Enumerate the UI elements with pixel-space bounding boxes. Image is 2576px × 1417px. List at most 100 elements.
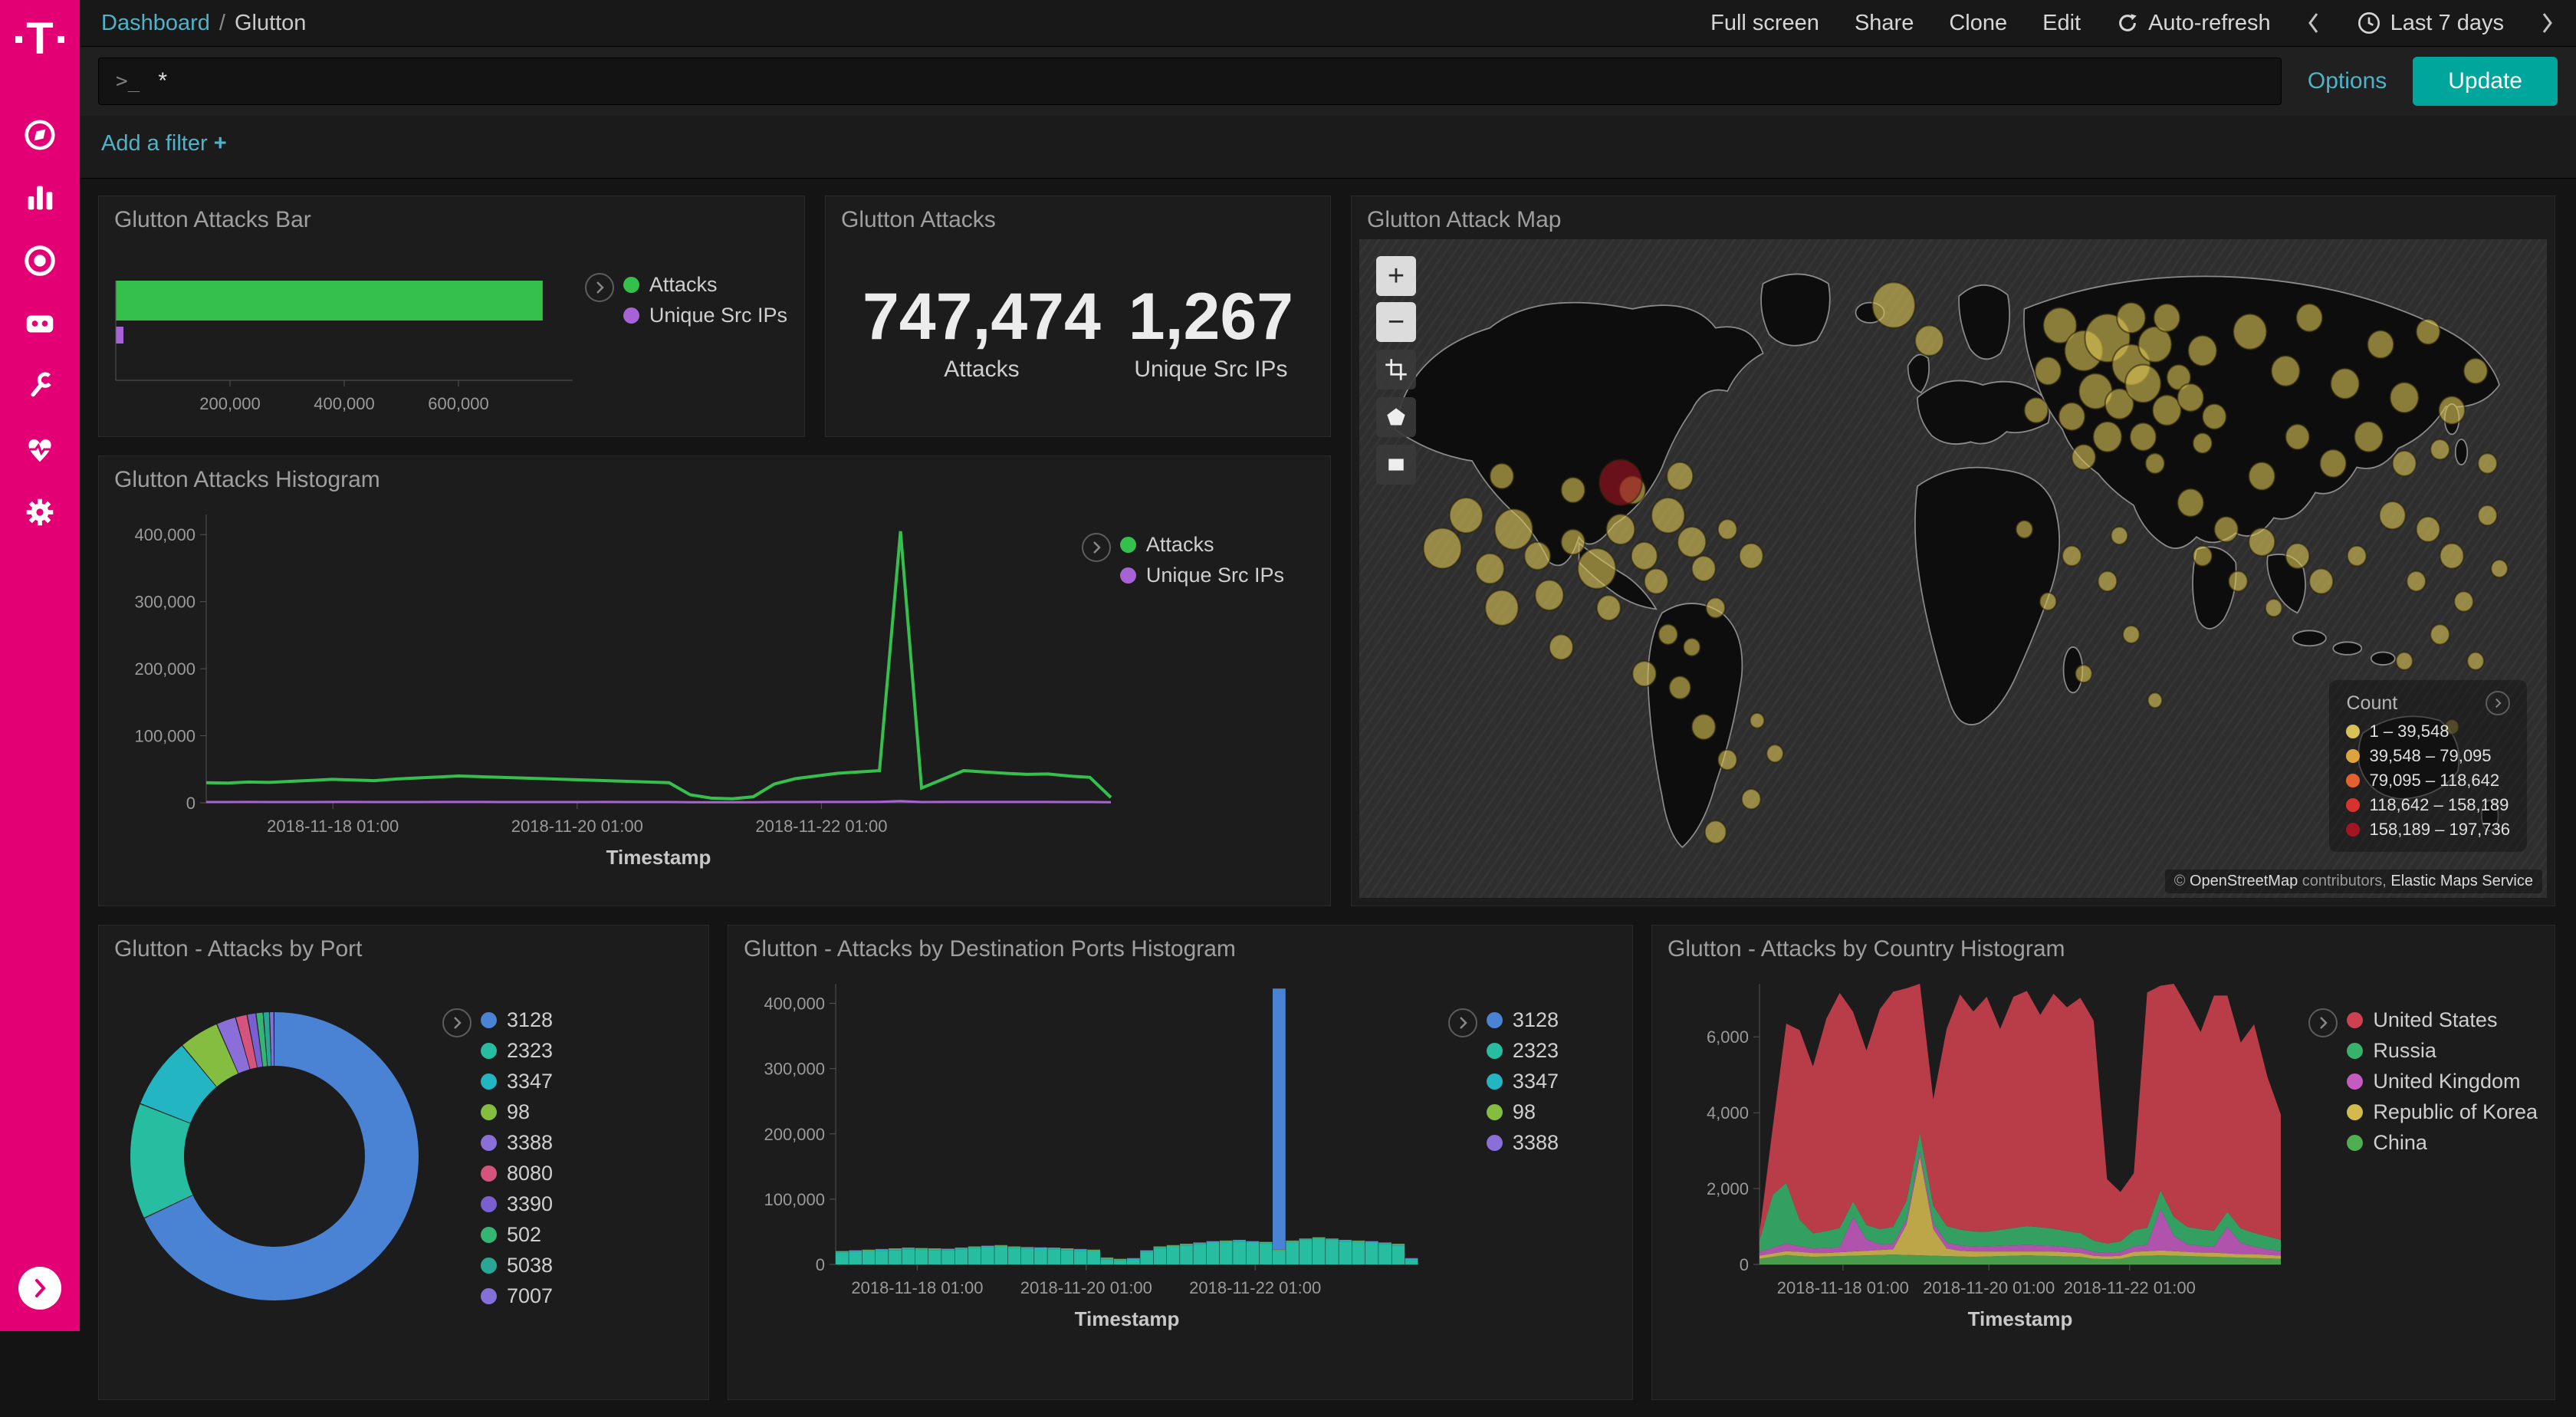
rectangle-tool-button[interactable] [1376, 445, 1416, 485]
legend-item[interactable]: 7007 [481, 1284, 553, 1308]
legend-label: 3390 [507, 1192, 553, 1216]
panel-title: Glutton - Attacks by Country Histogram [1668, 936, 2065, 962]
legend-item[interactable]: Unique Src IPs [1120, 564, 1284, 587]
legend-collapse-icon[interactable] [1082, 533, 1111, 562]
add-filter-link[interactable]: Add a filter + [101, 131, 227, 156]
update-button[interactable]: Update [2413, 57, 2558, 106]
legend-item[interactable]: 3347 [481, 1070, 553, 1093]
legend-collapse-icon[interactable] [2486, 691, 2510, 715]
attacks-bar-chart[interactable]: 200,000400,000600,000 [105, 270, 596, 423]
map-count-legend: Count 1 – 39,54839,548 – 79,09579,095 – … [2329, 680, 2527, 852]
map-legend-swatch [2346, 774, 2360, 787]
legend-item[interactable]: 3347 [1487, 1070, 1559, 1093]
legend-collapse-icon[interactable] [585, 273, 614, 302]
map-legend-swatch [2346, 749, 2360, 763]
legend-label: Russia [2373, 1039, 2436, 1063]
query-bar: >_ Options Update [80, 47, 2576, 116]
legend-item[interactable]: 2323 [1487, 1039, 1559, 1063]
legend-item[interactable]: 3390 [481, 1192, 553, 1216]
map-legend-swatch [2346, 725, 2360, 738]
sidebar-item-devtools[interactable] [20, 367, 60, 406]
attacks-by-port-donut[interactable] [110, 991, 439, 1321]
legend-label: Attacks [649, 273, 718, 297]
legend-label: China [2373, 1131, 2427, 1155]
legend-label: 2323 [1513, 1039, 1559, 1063]
legend-item[interactable]: 3388 [1487, 1131, 1559, 1155]
legend-item[interactable]: Republic of Korea [2347, 1100, 2538, 1124]
auto-refresh-button[interactable]: Auto-refresh [2116, 11, 2271, 36]
options-link[interactable]: Options [2308, 68, 2387, 94]
sidebar-item-visualize[interactable] [20, 178, 60, 218]
svg-text:200,000: 200,000 [764, 1125, 825, 1144]
legend-swatch [481, 1288, 497, 1304]
share-button[interactable]: Share [1855, 11, 1914, 36]
legend-item[interactable]: United States [2347, 1008, 2538, 1032]
legend-item[interactable]: 3388 [481, 1131, 553, 1155]
map-controls: + − [1376, 256, 1416, 485]
map-legend-range: 118,642 – 158,189 [2369, 795, 2509, 815]
attacks-by-port-legend: 3128 2323 3347 98 3388 8080 3390 502 5038 7007 [442, 1008, 553, 1308]
legend-item[interactable]: Attacks [1120, 533, 1284, 557]
zoom-in-button[interactable]: + [1376, 256, 1416, 296]
t-mobile-logo[interactable]: T [15, 17, 64, 61]
legend-item[interactable]: 5038 [481, 1254, 553, 1277]
country-histogram-chart[interactable]: 02,0004,0006,0002018-11-18 01:002018-11-… [1660, 972, 2296, 1332]
svg-text:300,000: 300,000 [134, 593, 196, 612]
polygon-tool-button[interactable] [1376, 397, 1416, 437]
legend-item[interactable]: 98 [481, 1100, 553, 1124]
query-input[interactable] [156, 67, 2264, 95]
crop-tool-button[interactable] [1376, 350, 1416, 390]
legend-item[interactable]: 3128 [481, 1008, 553, 1032]
edit-button[interactable]: Edit [2042, 11, 2081, 36]
metric-value: 1,267 [1129, 281, 1293, 353]
sidebar-item-monitoring[interactable] [20, 429, 60, 469]
legend-label: 502 [507, 1223, 541, 1247]
query-input-wrapper[interactable]: >_ [98, 58, 2282, 105]
full-screen-button[interactable]: Full screen [1710, 11, 1819, 36]
legend-label: Unique Src IPs [1146, 564, 1284, 587]
legend-item[interactable]: 8080 [481, 1162, 553, 1185]
legend-collapse-icon[interactable] [2308, 1008, 2338, 1037]
attack-map[interactable]: + − [1359, 239, 2547, 898]
elastic-maps-service-link[interactable]: Elastic Maps Service [2390, 873, 2533, 889]
time-forward-button[interactable] [2539, 10, 2555, 36]
sidebar-item-dashboard[interactable] [20, 241, 60, 281]
legend-item[interactable]: United Kingdom [2347, 1070, 2538, 1093]
chevron-left-icon [2306, 10, 2321, 36]
sidebar-item-honeypot[interactable] [20, 304, 60, 344]
topbar-menu: Full screen Share Clone Edit Auto-refres… [1710, 10, 2555, 36]
legend-collapse-icon[interactable] [1448, 1008, 1477, 1037]
clone-button[interactable]: Clone [1949, 11, 2007, 36]
sidebar-item-management[interactable] [20, 492, 60, 532]
dest-ports-histogram-chart[interactable]: 0100,000200,000300,000400,0002018-11-18 … [736, 972, 1434, 1332]
legend-item[interactable]: Russia [2347, 1039, 2538, 1063]
svg-text:2018-11-20 01:00: 2018-11-20 01:00 [1020, 1278, 1152, 1297]
sidebar-collapse-button[interactable] [18, 1267, 61, 1310]
legend-item[interactable]: China [2347, 1131, 2538, 1155]
time-range-picker[interactable]: Last 7 days [2357, 11, 2504, 36]
legend-item[interactable]: Unique Src IPs [623, 304, 787, 327]
panel-glutton-attack-map: Glutton Attack Map [1351, 196, 2555, 906]
legend-swatch [481, 1135, 497, 1151]
legend-item[interactable]: Attacks [623, 273, 787, 297]
time-back-button[interactable] [2306, 10, 2321, 36]
main-area: Dashboard / Glutton Full screen Share Cl… [80, 0, 2576, 1417]
breadcrumb-dashboard-link[interactable]: Dashboard [101, 11, 210, 36]
time-range-label: Last 7 days [2390, 11, 2504, 36]
sidebar-item-discover[interactable] [20, 115, 60, 155]
openstreetmap-link[interactable]: OpenStreetMap [2190, 873, 2298, 889]
legend-item[interactable]: 502 [481, 1223, 553, 1247]
legend-item[interactable]: 98 [1487, 1100, 1559, 1124]
svg-text:200,000: 200,000 [199, 394, 261, 413]
legend-collapse-icon[interactable] [442, 1008, 472, 1037]
metric-label: Unique Src IPs [1129, 357, 1293, 383]
legend-swatch [481, 1258, 497, 1274]
zoom-out-button[interactable]: − [1376, 302, 1416, 342]
attacks-histogram-chart[interactable]: 0100,000200,000300,000400,0002018-11-18 … [107, 502, 1126, 870]
legend-item[interactable]: 2323 [481, 1039, 553, 1063]
svg-text:2018-11-18 01:00: 2018-11-18 01:00 [1777, 1278, 1909, 1297]
dest-ports-legend: 3128 2323 3347 98 3388 [1448, 1008, 1559, 1155]
legend-item[interactable]: 3128 [1487, 1008, 1559, 1032]
svg-text:Timestamp: Timestamp [1075, 1307, 1180, 1330]
panel-attacks-by-port: Glutton - Attacks by Port 31282323334798… [98, 925, 709, 1400]
